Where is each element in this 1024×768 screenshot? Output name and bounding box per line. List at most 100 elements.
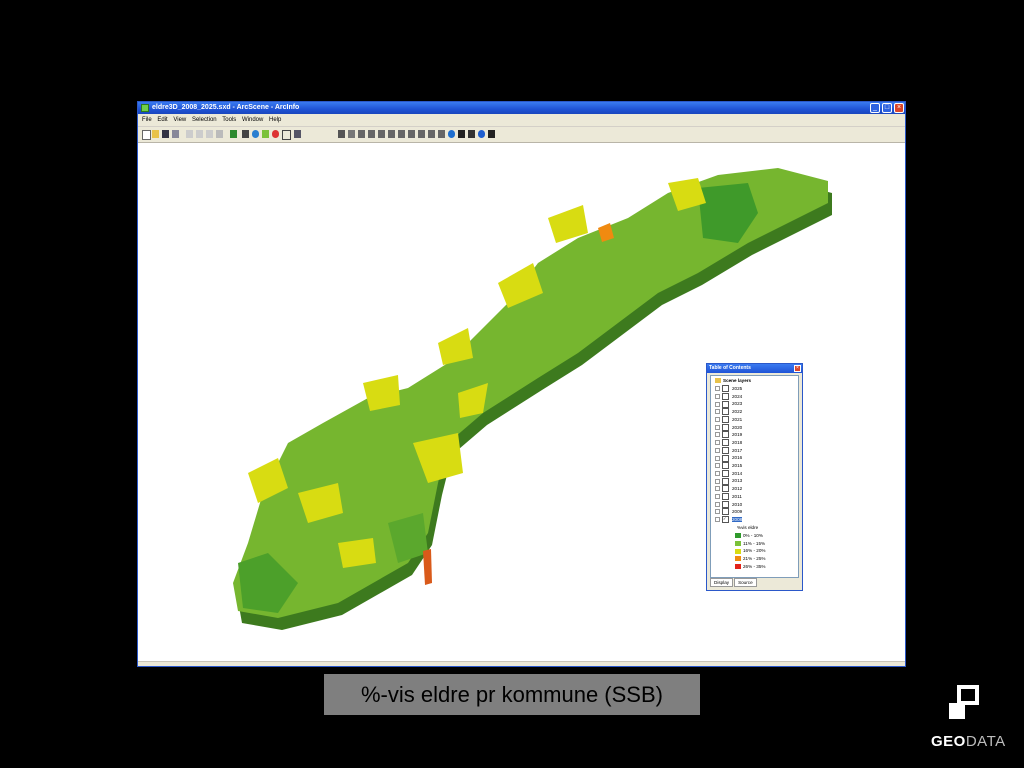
expand-icon[interactable] [715,424,720,430]
layer-icon[interactable] [262,130,269,138]
calculator-icon[interactable] [242,130,249,138]
expand-icon[interactable] [715,494,720,500]
legend-label: 21% - 25% [743,556,766,562]
scene-layers-label: Scene layers [723,378,752,383]
delete-icon[interactable] [216,130,223,138]
layer-label: 2025 [732,386,743,391]
menu-help[interactable]: Help [269,114,281,126]
layer-label: 2019 [732,432,743,438]
pan-icon[interactable] [408,130,415,138]
toc-close-button[interactable]: × [794,365,801,372]
layers-icon [715,378,721,384]
layer-checkbox[interactable] [722,462,729,470]
tab-display[interactable]: Display [710,578,734,587]
layer-checkbox[interactable] [722,385,729,393]
pointer-icon[interactable] [468,130,475,138]
expand-icon[interactable] [715,417,720,423]
globe-icon[interactable] [252,130,259,138]
menu-view[interactable]: View [173,114,186,126]
menu-window[interactable]: Window [242,114,263,126]
layer-checkbox[interactable] [722,400,729,408]
identify-icon[interactable] [448,130,455,138]
select-elements-icon[interactable] [438,130,445,138]
help-arrow-icon[interactable] [294,130,301,138]
fly-icon[interactable] [348,130,355,138]
layer-checkbox[interactable]: ✓ [722,516,729,524]
layer-label: 2012 [732,486,743,492]
expand-icon[interactable] [715,432,720,438]
expand-icon[interactable] [715,440,720,446]
expand-icon[interactable] [715,517,720,523]
legend-title: %vis eldre [737,525,759,530]
layer-checkbox[interactable] [722,392,729,400]
layer-checkbox[interactable] [722,439,729,447]
expand-icon[interactable] [715,455,720,461]
add-data-icon[interactable] [230,130,237,138]
copy-icon[interactable] [196,130,203,138]
expand-icon[interactable] [715,386,720,392]
layer-checkbox[interactable] [722,423,729,431]
layer-checkbox[interactable] [722,493,729,501]
expand-icon[interactable] [715,409,720,415]
new-document-icon[interactable] [142,130,151,140]
expand-icon[interactable] [715,393,720,399]
expand-icon[interactable] [715,401,720,407]
animation-icon[interactable] [272,130,279,138]
toc-layer-list: Scene layers 2025 2024 2023 2022 2021 2020 201… [710,375,799,578]
close-button[interactable]: × [894,103,904,113]
find-binoculars-icon[interactable] [458,130,465,138]
tab-source[interactable]: Source [734,578,757,587]
save-icon[interactable] [162,130,169,138]
measure-icon[interactable] [488,130,495,138]
layer-checkbox[interactable] [722,500,729,508]
expand-icon[interactable] [715,509,720,515]
cut-icon[interactable] [186,130,193,138]
scene-layers-root[interactable]: Scene layers [715,377,751,385]
expand-icon[interactable] [715,447,720,453]
menu-tools[interactable]: Tools [222,114,236,126]
layer-label: 2018 [732,439,743,445]
expand-icon[interactable] [715,463,720,469]
layer-checkbox[interactable] [722,408,729,416]
layer-label: 2022 [732,409,743,415]
menu-selection[interactable]: Selection [192,114,217,126]
layer-row-2008[interactable]: ✓ 2008 [715,516,791,524]
expand-icon[interactable] [715,486,720,492]
layer-checkbox[interactable] [722,416,729,424]
menu-file[interactable]: File [142,114,152,126]
minimize-button[interactable]: _ [870,103,880,113]
zoom-out-icon[interactable] [398,130,405,138]
layer-checkbox[interactable] [722,508,729,516]
menu-edit[interactable]: Edit [157,114,167,126]
zoom-in-icon[interactable] [388,130,395,138]
layer-checkbox[interactable] [722,454,729,462]
maximize-button[interactable]: □ [882,103,892,113]
open-folder-icon[interactable] [152,130,159,138]
layer-label: 2023 [732,401,743,407]
navigate-icon[interactable] [338,130,345,138]
set-observer-icon[interactable] [378,130,385,138]
scene-viewport[interactable]: Table of Contents × Scene layers 2025 202… [138,143,905,662]
layer-checkbox[interactable] [722,469,729,477]
expand-icon[interactable] [715,501,720,507]
layer-checkbox[interactable] [722,477,729,485]
window-title: eldre3D_2008_2025.sxd - ArcScene - ArcIn… [152,104,300,111]
legend-item: 26% - 35% [735,563,765,571]
legend-label: 0% - 10% [743,533,763,538]
layer-label: 2010 [732,501,743,507]
print-icon[interactable] [172,130,179,138]
layer-checkbox[interactable] [722,446,729,454]
window-icon[interactable] [282,130,291,140]
info-icon[interactable] [478,130,485,138]
full-extent-icon[interactable] [418,130,425,138]
layer-checkbox[interactable] [722,485,729,493]
legend-label: 26% - 35% [743,563,766,569]
expand-icon[interactable] [715,470,720,476]
target-center-icon[interactable] [358,130,365,138]
zoom-to-target-icon[interactable] [368,130,375,138]
select-features-icon[interactable] [428,130,435,138]
geodata-logo-text: GEODATA [931,733,1006,750]
expand-icon[interactable] [715,478,720,484]
paste-icon[interactable] [206,130,213,138]
layer-checkbox[interactable] [722,431,729,439]
